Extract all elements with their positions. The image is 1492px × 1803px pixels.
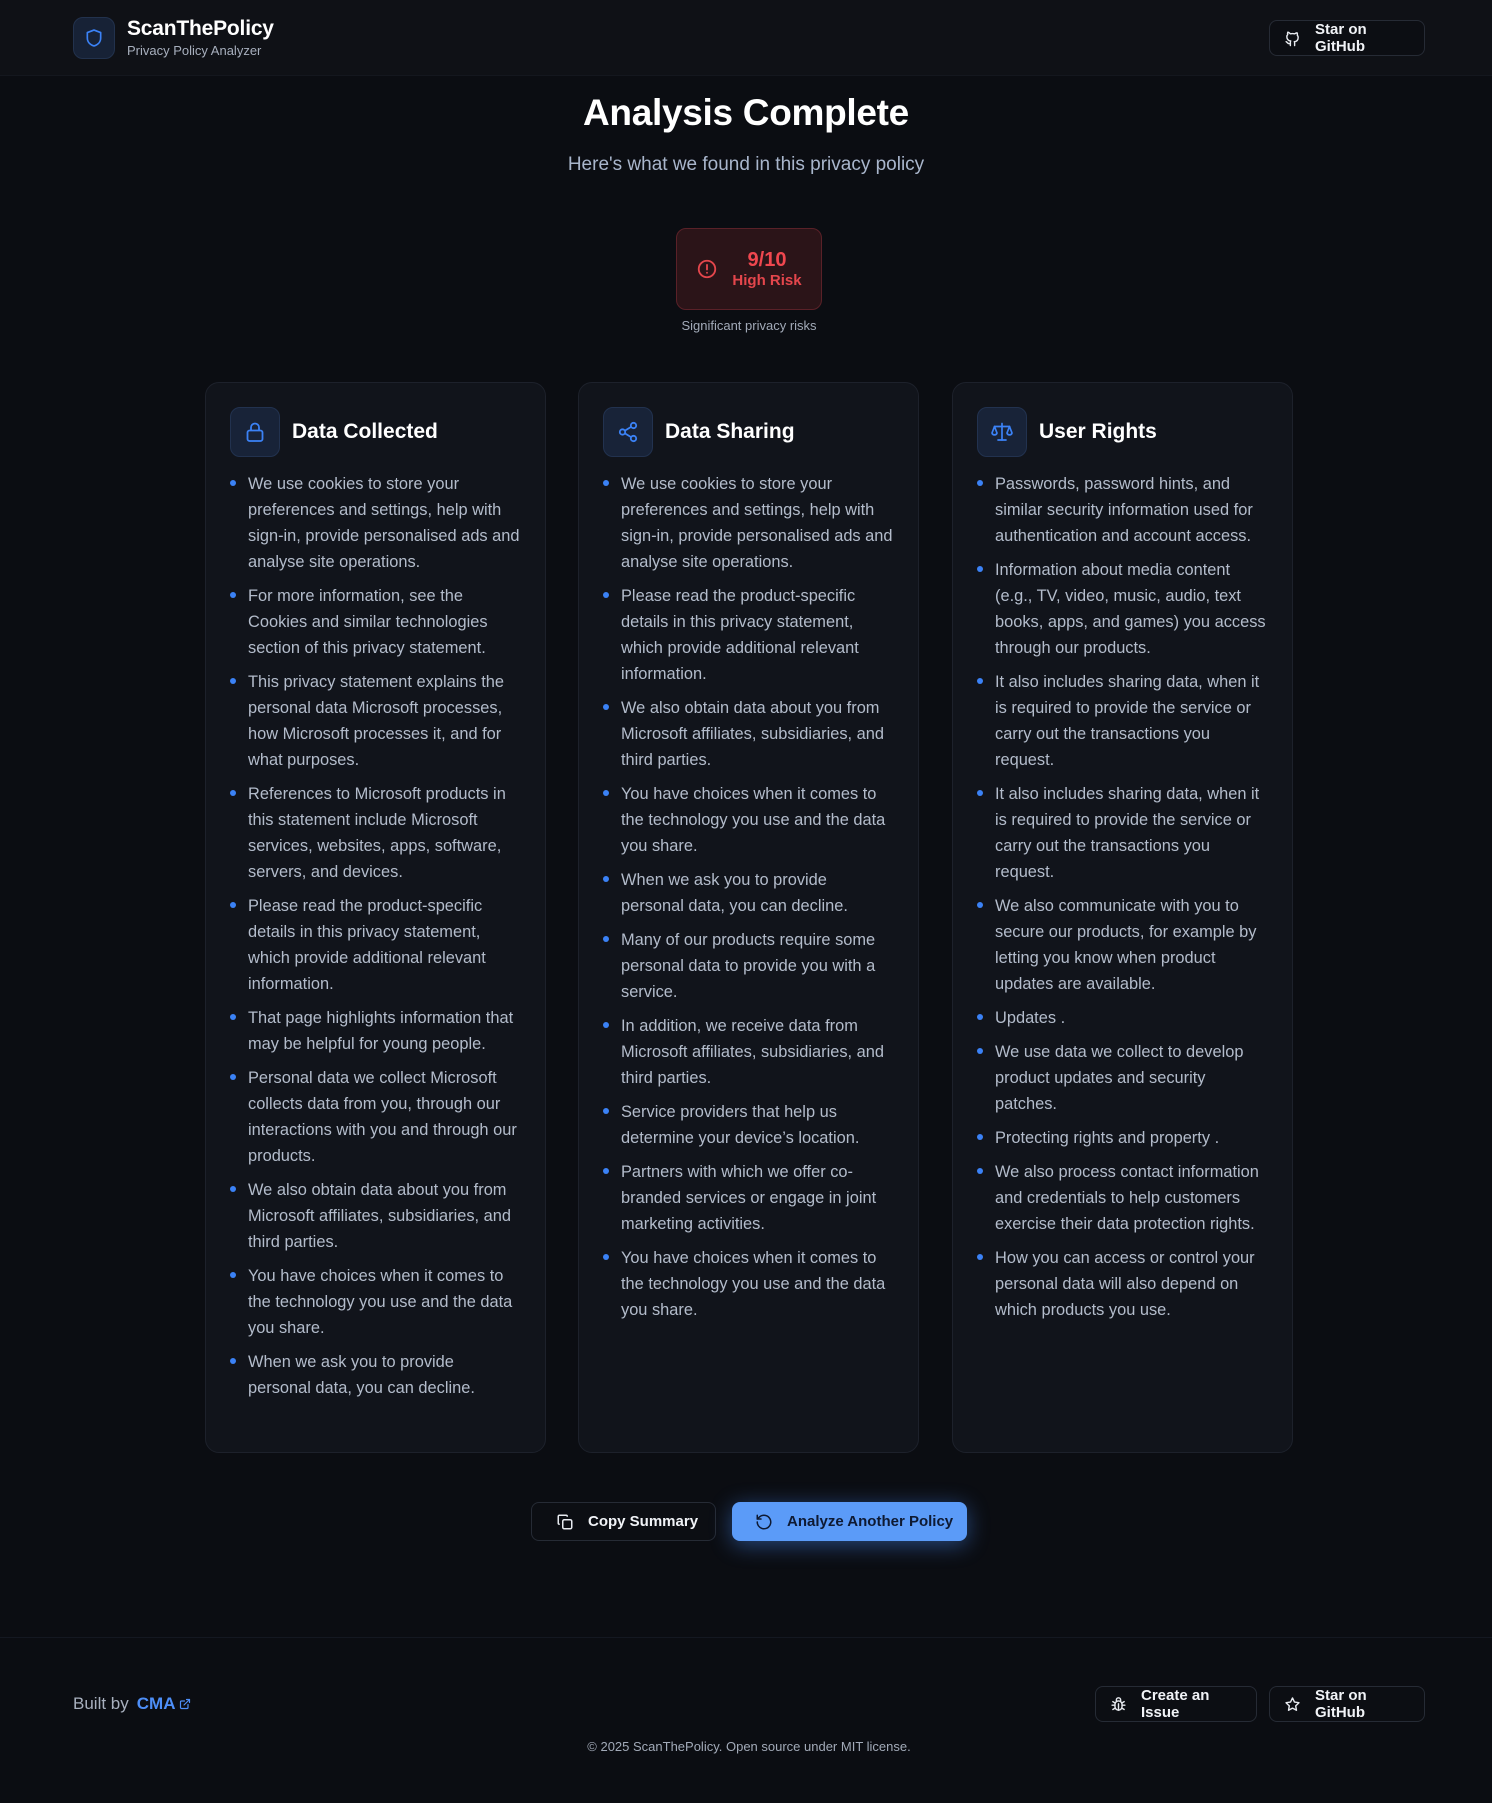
refresh-icon: [756, 1514, 772, 1529]
list-item: We also obtain data about you from Micro…: [603, 695, 894, 773]
list-item: You have choices when it comes to the te…: [230, 1263, 521, 1341]
list-item: Information about media content (e.g., T…: [977, 557, 1268, 661]
list-item: We use cookies to store your preferences…: [603, 471, 894, 575]
external-link-icon: [180, 1698, 191, 1710]
list-item: We also obtain data about you from Micro…: [230, 1177, 521, 1255]
copy-icon: [557, 1514, 573, 1529]
github-icon: [1284, 29, 1301, 47]
card-title: Data Sharing: [665, 420, 795, 443]
list-item: That page highlights information that ma…: [230, 1005, 521, 1057]
risk-level: High Risk: [732, 272, 802, 289]
brand[interactable]: ScanThePolicy Privacy Policy Analyzer: [73, 17, 274, 59]
share-icon: [603, 407, 653, 457]
copy-summary-label: Copy Summary: [588, 1513, 699, 1530]
list-item: This privacy statement explains the pers…: [230, 669, 521, 773]
list-item: In addition, we receive data from Micros…: [603, 1013, 894, 1091]
card-title: User Rights: [1039, 420, 1157, 443]
list-item: Please read the product-specific details…: [230, 893, 521, 997]
list-item: You have choices when it comes to the te…: [603, 781, 894, 859]
list-item: Updates .: [977, 1005, 1268, 1031]
user-rights-list: Passwords, password hints, and similar s…: [977, 471, 1268, 1323]
shield-icon: [73, 17, 115, 59]
analyze-another-label: Analyze Another Policy: [787, 1513, 954, 1530]
footer-divider: [0, 1637, 1492, 1638]
alert-circle-icon: [698, 259, 717, 279]
star-github-label: Star on GitHub: [1315, 21, 1367, 55]
data-sharing-list: We use cookies to store your preferences…: [603, 471, 894, 1323]
footer-star-github-button[interactable]: Star on GitHub: [1269, 1686, 1425, 1722]
author-link[interactable]: CMA: [137, 1694, 192, 1714]
risk-score-badge: 9/10 High Risk: [676, 228, 822, 310]
create-issue-button[interactable]: Create an Issue: [1095, 1686, 1257, 1722]
list-item: It also includes sharing data, when it i…: [977, 781, 1268, 885]
card-data-collected: Data Collected We use cookies to store y…: [205, 382, 546, 1453]
list-item: We use cookies to store your preferences…: [230, 471, 521, 575]
top-bar: ScanThePolicy Privacy Policy Analyzer St…: [0, 0, 1492, 76]
footer-star-github-label: Star on GitHub: [1315, 1687, 1367, 1721]
list-item: How you can access or control your perso…: [977, 1245, 1268, 1323]
list-item: It also includes sharing data, when it i…: [977, 669, 1268, 773]
create-issue-label: Create an Issue: [1141, 1687, 1210, 1721]
copy-summary-button[interactable]: Copy Summary: [531, 1502, 716, 1541]
list-item: When we ask you to provide personal data…: [603, 867, 894, 919]
list-item: References to Microsoft products in this…: [230, 781, 521, 885]
bug-icon: [1110, 1695, 1127, 1713]
list-item: Many of our products require some person…: [603, 927, 894, 1005]
page-title: Analysis Complete: [583, 92, 909, 133]
list-item: We also communicate with you to secure o…: [977, 893, 1268, 997]
list-item: Partners with which we offer co-branded …: [603, 1159, 894, 1237]
risk-caption: Significant privacy risks: [681, 318, 817, 333]
list-item: Please read the product-specific details…: [603, 583, 894, 687]
list-item: Protecting rights and property .: [977, 1125, 1268, 1151]
star-icon: [1284, 1695, 1301, 1713]
copyright: © 2025 ScanThePolicy. Open source under …: [587, 1739, 911, 1754]
card-title: Data Collected: [292, 420, 438, 443]
list-item: Passwords, password hints, and similar s…: [977, 471, 1268, 549]
lock-icon: [230, 407, 280, 457]
brand-name: ScanThePolicy: [127, 17, 274, 40]
analyze-another-button[interactable]: Analyze Another Policy: [732, 1502, 967, 1541]
list-item: We use data we collect to develop produc…: [977, 1039, 1268, 1117]
list-item: We also process contact information and …: [977, 1159, 1268, 1237]
list-item: When we ask you to provide personal data…: [230, 1349, 521, 1401]
brand-tagline: Privacy Policy Analyzer: [127, 43, 262, 58]
card-user-rights: User Rights Passwords, password hints, a…: [952, 382, 1293, 1453]
built-by: Built by CMA: [73, 1694, 191, 1714]
list-item: Service providers that help us determine…: [603, 1099, 894, 1151]
star-github-button[interactable]: Star on GitHub: [1269, 20, 1425, 56]
list-item: Personal data we collect Microsoft colle…: [230, 1065, 521, 1169]
page-subtitle: Here's what we found in this privacy pol…: [567, 154, 925, 175]
risk-score: 9/10: [747, 249, 787, 271]
author-name: CMA: [136, 1694, 176, 1713]
scale-icon: [977, 407, 1027, 457]
data-collected-list: We use cookies to store your preferences…: [230, 471, 521, 1401]
list-item: You have choices when it comes to the te…: [603, 1245, 894, 1323]
list-item: For more information, see the Cookies an…: [230, 583, 521, 661]
built-by-label: Built by: [73, 1694, 129, 1713]
card-data-sharing: Data Sharing We use cookies to store you…: [578, 382, 919, 1453]
